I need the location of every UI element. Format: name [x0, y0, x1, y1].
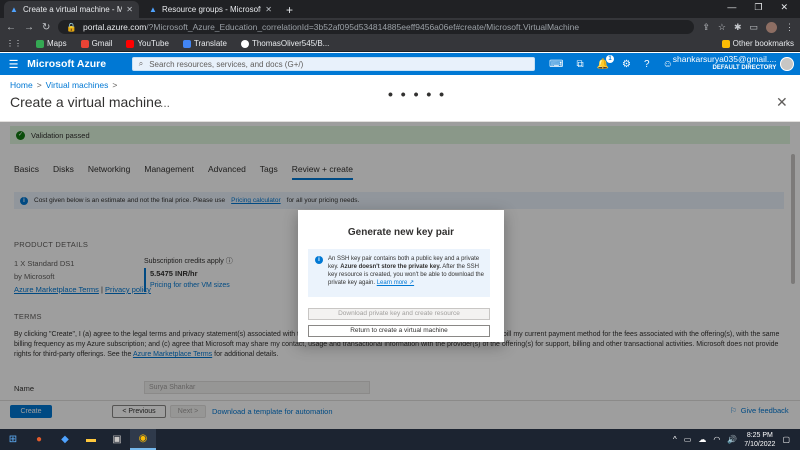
- maps-icon: [36, 39, 44, 48]
- bookmark-github[interactable]: ThomasOliver545/B...: [240, 39, 329, 48]
- url-domain: portal.azure.com: [82, 22, 147, 32]
- help-icon[interactable]: ?: [644, 59, 650, 70]
- breadcrumb: Home > Virtual machines >: [10, 80, 117, 90]
- profile-avatar[interactable]: [766, 21, 777, 33]
- apps-icon[interactable]: ⋮⋮: [6, 39, 22, 48]
- breadcrumb-separator: >: [36, 80, 42, 90]
- settings-gear-icon[interactable]: ⚙: [622, 59, 631, 70]
- wifi-icon[interactable]: ◠: [713, 435, 720, 444]
- app-icon[interactable]: ●: [26, 429, 52, 450]
- bookmark-gmail[interactable]: Gmail: [80, 39, 112, 48]
- volume-icon[interactable]: 🔊: [727, 435, 737, 444]
- user-avatar[interactable]: [780, 57, 794, 71]
- azure-favicon-icon: ▲: [10, 5, 18, 14]
- feedback-icon[interactable]: ☺: [663, 59, 673, 70]
- folder-icon: [721, 39, 730, 48]
- dialog-info-box: i An SSH key pair contains both a public…: [308, 249, 490, 297]
- return-to-create-vm-button[interactable]: Return to create a virtual machine: [308, 325, 490, 337]
- bookmark-maps[interactable]: Maps: [36, 39, 67, 48]
- tab-title: Create a virtual machine - Micros: [23, 5, 123, 14]
- info-icon: i: [315, 256, 323, 264]
- new-tab-button[interactable]: +: [286, 2, 293, 18]
- file-explorer-icon[interactable]: ▬: [78, 429, 104, 450]
- dialog-info-bold: Azure doesn't store the private key.: [340, 264, 441, 270]
- chrome-icon[interactable]: ◉: [130, 429, 156, 450]
- chevron-up-icon[interactable]: ^: [673, 435, 677, 444]
- more-options-icon[interactable]: ...: [160, 96, 170, 110]
- loading-indicator: • • • • •: [388, 86, 447, 102]
- other-bookmarks[interactable]: Other bookmarks: [721, 39, 794, 48]
- notification-center-icon[interactable]: ▢: [782, 435, 790, 444]
- breadcrumb-separator: >: [112, 80, 118, 90]
- download-private-key-button[interactable]: Download private key and create resource: [308, 308, 490, 320]
- cloud-icon[interactable]: ☁: [698, 435, 706, 444]
- user-directory: DEFAULT DIRECTORY: [712, 65, 777, 71]
- bookmarks-bar: ⋮⋮ Maps Gmail YouTube Translate ThomasOl…: [0, 36, 800, 52]
- generate-key-pair-dialog: Generate new key pair i An SSH key pair …: [298, 210, 504, 342]
- clock[interactable]: 8:25 PM 7/10/2022: [744, 431, 775, 449]
- battery-icon[interactable]: ▭: [684, 435, 692, 444]
- breadcrumb-home[interactable]: Home: [10, 80, 33, 90]
- notification-badge: 1: [606, 54, 615, 63]
- minimize-icon[interactable]: —: [727, 2, 736, 13]
- tab-title: Resource groups - Microsoft Azu: [162, 5, 262, 14]
- app-icon[interactable]: ▣: [104, 429, 130, 450]
- user-email: shankarsurya035@gmail....: [672, 54, 777, 64]
- reload-icon[interactable]: ↻: [42, 22, 50, 33]
- search-placeholder: Search resources, services, and docs (G+…: [149, 59, 304, 69]
- system-tray: ^ ▭ ☁ ◠ 🔊 8:25 PM 7/10/2022 ▢: [673, 431, 800, 449]
- search-icon: ⌕: [138, 59, 144, 68]
- learn-more-link[interactable]: Learn more ↗: [377, 280, 414, 286]
- menu-icon[interactable]: ⋮: [785, 22, 794, 33]
- url-path: /?Microsoft_Azure_Education_correlationI…: [146, 22, 580, 32]
- header-icons: ⌨ ⧉ 🔔 1 ⚙ ? ☺: [549, 54, 673, 70]
- close-window-icon[interactable]: ✕: [780, 2, 788, 13]
- cloud-shell-icon[interactable]: ⌨: [549, 59, 563, 70]
- global-search-input[interactable]: ⌕ Search resources, services, and docs (…: [131, 57, 535, 71]
- azure-header: ☰ Microsoft Azure ⌕ Search resources, se…: [0, 53, 800, 75]
- lock-icon: 🔒: [66, 21, 77, 32]
- windows-start-icon[interactable]: ⊞: [0, 429, 26, 450]
- windows-taskbar: ⊞ ● ◆ ▬ ▣ ◉ ^ ▭ ☁ ◠ 🔊 8:25 PM 7/10/2022 …: [0, 429, 800, 450]
- dialog-title: Generate new key pair: [347, 227, 455, 238]
- hamburger-menu-icon[interactable]: ☰: [0, 58, 27, 71]
- browser-tab-resource-groups[interactable]: ▲ Resource groups - Microsoft Azu ✕: [143, 1, 278, 18]
- bookmark-translate[interactable]: Translate: [182, 39, 227, 48]
- address-bar-row: ← → ↻ 🔒 portal.azure.com/?Microsoft_Azur…: [0, 18, 800, 36]
- tab-close-icon[interactable]: ✕: [265, 5, 272, 14]
- translate-icon: [182, 39, 191, 48]
- page-title: Create a virtual machine: [10, 94, 162, 110]
- forward-icon[interactable]: →: [24, 22, 34, 33]
- github-icon: [240, 39, 249, 48]
- share-icon[interactable]: ⇪: [702, 22, 710, 33]
- azure-favicon-icon: ▲: [149, 5, 157, 14]
- app-icon[interactable]: ◆: [52, 429, 78, 450]
- gmail-icon: [80, 39, 89, 48]
- close-blade-icon[interactable]: ✕: [776, 94, 788, 111]
- star-icon[interactable]: ☆: [718, 22, 726, 33]
- azure-brand[interactable]: Microsoft Azure: [27, 58, 132, 70]
- back-icon[interactable]: ←: [6, 22, 16, 33]
- window-controls: — ❐ ✕: [727, 2, 800, 16]
- directory-filter-icon[interactable]: ⧉: [576, 59, 583, 70]
- browser-tabstrip: ▲ Create a virtual machine - Micros ✕ ▲ …: [0, 0, 800, 18]
- clock-time: 8:25 PM: [746, 431, 773, 439]
- maximize-icon[interactable]: ❐: [754, 2, 762, 13]
- clock-date: 7/10/2022: [744, 440, 776, 448]
- notifications-icon[interactable]: 🔔 1: [597, 54, 615, 70]
- browser-tab-create-vm[interactable]: ▲ Create a virtual machine - Micros ✕: [4, 1, 139, 18]
- breadcrumb-virtual-machines[interactable]: Virtual machines: [46, 80, 109, 90]
- bookmark-youtube[interactable]: YouTube: [126, 39, 169, 48]
- extensions-icon[interactable]: ✱: [734, 22, 742, 33]
- sidepanel-icon[interactable]: ▭: [749, 22, 758, 33]
- tab-close-icon[interactable]: ✕: [126, 5, 133, 14]
- youtube-icon: [126, 39, 135, 48]
- url-input[interactable]: 🔒 portal.azure.com/?Microsoft_Azure_Educ…: [58, 20, 695, 34]
- account-menu[interactable]: shankarsurya035@gmail.... DEFAULT DIRECT…: [673, 55, 781, 73]
